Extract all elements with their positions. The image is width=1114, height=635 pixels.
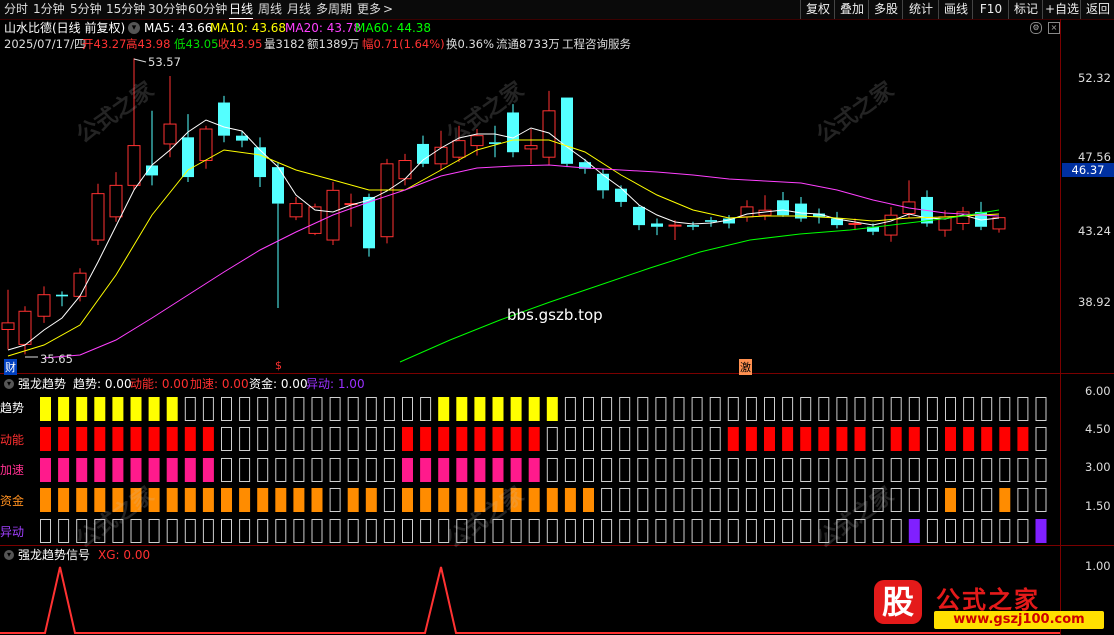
current-price-tag: 46.37 <box>1062 163 1114 177</box>
brand-logo: 股 公式之家 www.gszj100.com <box>870 578 1114 635</box>
signal-chart[interactable] <box>0 0 1060 635</box>
ind1-axis-1.5: 1.50 <box>1085 499 1111 513</box>
price-label-43: 43.24 <box>1078 224 1111 238</box>
price-label-38: 38.92 <box>1078 295 1111 309</box>
button-back[interactable]: 返回 <box>1080 0 1114 19</box>
ind1-axis-6: 6.00 <box>1085 384 1111 398</box>
logo-url: www.gszj100.com <box>934 611 1104 629</box>
axis-divider <box>1060 19 1061 635</box>
ind1-axis-3: 3.00 <box>1085 460 1111 474</box>
ind1-axis-4.5: 4.50 <box>1085 422 1111 436</box>
ind2-axis-1: 1.00 <box>1085 559 1111 573</box>
logo-gu-icon: 股 <box>874 580 922 624</box>
price-label-52: 52.32 <box>1078 71 1111 85</box>
logo-brand: 公式之家 <box>936 586 1040 614</box>
price-label-47: 47.56 <box>1078 150 1111 164</box>
